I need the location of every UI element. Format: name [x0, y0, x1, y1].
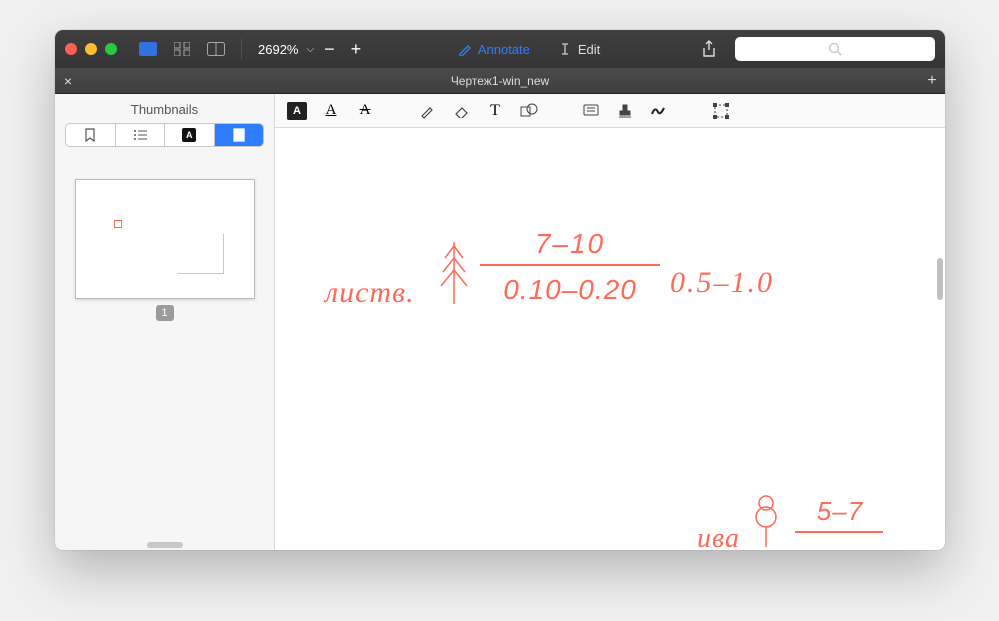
tab-bar: × Чертеж1-win_new + [55, 68, 945, 94]
strikethrough-tool[interactable]: A [355, 101, 375, 121]
annotation-label-2: ива [697, 523, 740, 550]
vertical-scrollbar[interactable] [937, 258, 943, 300]
zoom-value[interactable]: 2692% [254, 42, 302, 57]
note-tool[interactable] [581, 101, 601, 121]
note-icon [583, 104, 599, 118]
thumbnail-content-mark [114, 220, 122, 228]
highlight-tool[interactable]: A [287, 101, 307, 121]
sidebar-mode-annotations[interactable]: A [164, 124, 214, 146]
highlight-icon: A [287, 102, 307, 120]
zoom-in-button[interactable]: + [345, 40, 368, 58]
sidebar-mode-outline[interactable] [115, 124, 165, 146]
stamp-tool[interactable] [615, 101, 635, 121]
annotation-toolbar: A A A T [275, 94, 945, 128]
zoom-dropdown-icon[interactable]: ⌵ [306, 44, 314, 55]
annotation-fraction-1: 7–10 0.10–0.20 [475, 228, 665, 306]
window-controls [65, 43, 117, 55]
document-canvas[interactable]: листв. 7–10 0.10–0.20 0 [275, 128, 945, 550]
edit-label: Edit [578, 42, 600, 57]
thumbnail-page-number: 1 [156, 305, 174, 321]
sidebar-mode-segmented: A [65, 123, 264, 147]
main-area: A A A T [275, 94, 945, 550]
strikethrough-icon: A [360, 102, 371, 119]
list-icon [133, 129, 147, 141]
annotations-icon: A [182, 128, 196, 142]
text-icon: T [490, 102, 500, 120]
stamp-icon [618, 103, 632, 119]
sidebar-toggle-button[interactable] [135, 38, 161, 60]
zoom-out-button[interactable]: − [318, 40, 341, 58]
sidebar-resize-handle[interactable] [147, 542, 183, 548]
edit-mode-button[interactable]: Edit [548, 39, 610, 60]
titlebar: 2692% ⌵ − + Annotate Edit [55, 30, 945, 68]
fraction-denominator-1: 0.10–0.20 [475, 266, 665, 306]
share-icon [701, 40, 717, 58]
annotate-mode-button[interactable]: Annotate [448, 39, 540, 60]
search-input[interactable] [735, 37, 935, 61]
signature-tool[interactable] [649, 101, 669, 121]
zoom-control: 2692% ⌵ − + [254, 40, 367, 58]
shape-tool[interactable] [519, 101, 539, 121]
bookmark-icon [84, 128, 96, 142]
thumbnail-list: 1 [55, 159, 274, 341]
page-thumbnail[interactable] [75, 179, 255, 299]
sidebar-mode-thumbnails[interactable] [214, 124, 264, 146]
close-tab-button[interactable]: × [55, 73, 81, 89]
grid-view-button[interactable] [169, 38, 195, 60]
drawing-content: листв. 7–10 0.10–0.20 0 [275, 128, 945, 550]
shape-icon [520, 103, 538, 119]
underline-icon: A [326, 102, 337, 119]
selection-icon [713, 103, 729, 119]
pencil-icon [458, 42, 472, 56]
two-page-view-button[interactable] [203, 38, 229, 60]
zoom-window-button[interactable] [105, 43, 117, 55]
underline-tool[interactable]: A [321, 101, 341, 121]
pen-icon [419, 103, 435, 119]
annotation-value-1: 0.5–1.0 [670, 266, 774, 300]
annotate-label: Annotate [478, 42, 530, 57]
tab-title[interactable]: Чертеж1-win_new [81, 74, 919, 88]
pen-tool[interactable] [417, 101, 437, 121]
close-window-button[interactable] [65, 43, 77, 55]
sidebar-title: Thumbnails [55, 94, 274, 123]
fraction-bar-2 [795, 531, 883, 533]
page-icon [233, 128, 245, 142]
select-tool[interactable] [711, 101, 731, 121]
signature-icon [650, 104, 668, 118]
search-icon [828, 42, 842, 56]
thumbnail-viewport-indicator [178, 234, 224, 274]
tree-icon-1 [435, 238, 473, 306]
sidebar-mode-bookmarks[interactable] [66, 124, 115, 146]
tree-icon-2 [749, 493, 783, 549]
annotation-label-1: листв. [325, 276, 415, 310]
text-tool[interactable]: T [485, 101, 505, 121]
fraction-numerator-2: 5–7 [795, 496, 885, 531]
app-window: 2692% ⌵ − + Annotate Edit × Чертеж1-win_… [55, 30, 945, 550]
add-tab-button[interactable]: + [919, 72, 945, 90]
body: Thumbnails A 1 [55, 94, 945, 550]
sidebar: Thumbnails A 1 [55, 94, 275, 550]
annotation-fraction-2: 5–7 [795, 496, 885, 533]
minimize-window-button[interactable] [85, 43, 97, 55]
fraction-numerator-1: 7–10 [475, 228, 665, 264]
text-cursor-icon [558, 42, 572, 56]
eraser-icon [452, 104, 470, 118]
eraser-tool[interactable] [451, 101, 471, 121]
share-button[interactable] [701, 40, 717, 58]
